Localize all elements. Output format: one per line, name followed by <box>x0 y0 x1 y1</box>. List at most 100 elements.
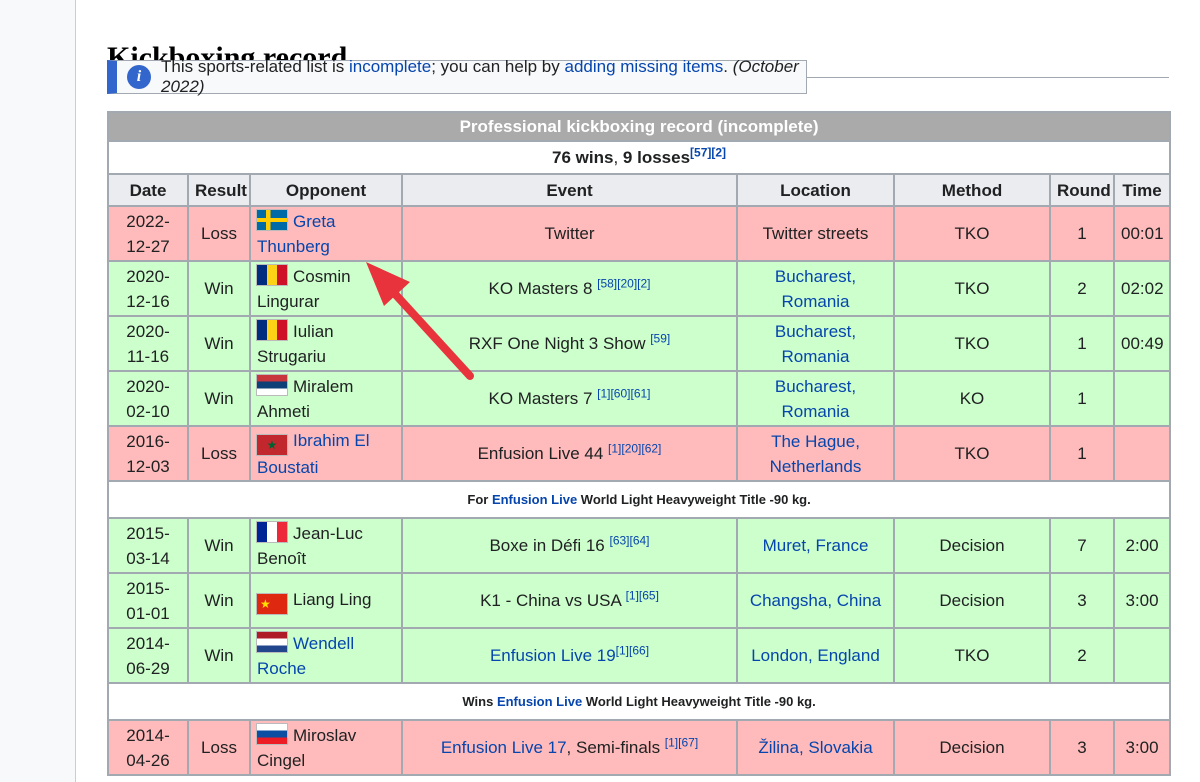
flag-romania-icon <box>257 319 287 340</box>
result-cell: Loss <box>187 719 251 776</box>
result-cell: Loss <box>187 425 251 482</box>
opponent-cell: Miralem Ahmeti <box>249 370 403 427</box>
event-name[interactable]: Enfusion Live 19 <box>490 646 616 665</box>
opponent-name: Liang Ling <box>293 590 372 609</box>
date-cell: 2022-12-27 <box>107 205 189 262</box>
method-cell: TKO <box>893 260 1051 317</box>
enfusion-live-link[interactable]: Enfusion Live <box>492 492 577 507</box>
table-row: 2022-12-27 Loss Greta Thunberg Twitter Twitt… <box>107 205 1172 262</box>
opponent-cell: Greta Thunberg <box>249 205 403 262</box>
incomplete-list-notice: i This sports-related list is incomplete… <box>107 57 807 97</box>
location-name[interactable]: Žilina, Slovakia <box>758 738 872 757</box>
reference-links[interactable]: [1][60][61] <box>597 386 650 400</box>
title-note-post: World Light Heavyweight Title -90 kg. <box>582 694 816 709</box>
location-name[interactable]: Bucharest, Romania <box>775 322 856 366</box>
notice-text-before: This sports-related list is <box>161 57 349 76</box>
opponent-cell: ★ Liang Ling <box>249 572 403 629</box>
time-cell <box>1112 425 1172 482</box>
reference-links[interactable]: [1][66] <box>616 643 649 657</box>
enfusion-live-link[interactable]: Enfusion Live <box>497 694 582 709</box>
table-row: 2020-02-10 Win Miralem Ahmeti KO Masters 7 … <box>107 370 1172 427</box>
flag-serbia-icon <box>257 374 287 395</box>
reference-links[interactable]: [59] <box>650 331 670 345</box>
summary-refs[interactable]: [57][2] <box>690 145 726 159</box>
flag-france-icon <box>257 521 287 542</box>
flag-slovakia-icon <box>257 723 287 744</box>
location-name[interactable]: The Hague, Netherlands <box>770 432 862 476</box>
reference-links[interactable]: [1][65] <box>626 588 659 602</box>
notice-text-middle: ; you can help by <box>431 57 565 76</box>
table-row: 2016-12-03 Loss ★ Ibrahim El Boustati Enfusi… <box>107 425 1172 482</box>
event-name: Boxe in Défi 16 <box>489 536 610 555</box>
opponent-cell: Miroslav Cingel <box>249 719 403 776</box>
location-cell: The Hague, Netherlands <box>736 425 895 482</box>
opponent-cell: Cosmin Lingurar <box>249 260 403 317</box>
event-name: Enfusion Live 44 <box>477 444 609 463</box>
title-note-row: For Enfusion Live World Light Heavyweigh… <box>106 480 1172 519</box>
date-cell: 2014-06-29 <box>107 627 189 684</box>
location-cell: Žilina, Slovakia <box>736 719 895 776</box>
location-name[interactable]: Bucharest, Romania <box>775 267 856 311</box>
event-cell: Boxe in Défi 16 [63][64] <box>401 517 738 574</box>
table-caption: Professional kickboxing record (incomple… <box>106 111 1172 142</box>
event-name: RXF One Night 3 Show <box>468 334 651 353</box>
opponent-cell: Iulian Strugariu <box>249 315 403 372</box>
date-cell: 2015-01-01 <box>107 572 189 629</box>
round-cell: 1 <box>1049 370 1115 427</box>
event-name: K1 - China vs USA <box>480 591 626 610</box>
date-cell: 2015-03-14 <box>107 517 189 574</box>
method-cell: TKO <box>893 425 1051 482</box>
adding-missing-items-link[interactable]: adding missing items <box>564 57 723 76</box>
wins-count: 76 wins <box>552 148 614 167</box>
event-extra: , Semi-finals <box>566 738 665 757</box>
location-name[interactable]: Bucharest, Romania <box>775 377 856 421</box>
kickboxing-record-table: Professional kickboxing record (incomple… <box>106 111 1172 776</box>
table-row: 2014-06-29 Win Wendell Roche Enfusion Live … <box>107 627 1172 684</box>
flag-netherlands-icon <box>257 631 287 652</box>
location-name[interactable]: Muret, France <box>763 536 869 555</box>
opponent-cell: ★ Ibrahim El Boustati <box>249 425 403 482</box>
method-cell: KO <box>893 370 1051 427</box>
round-cell: 7 <box>1049 517 1115 574</box>
title-note: For Enfusion Live World Light Heavyweigh… <box>106 480 1172 519</box>
date-cell: 2016-12-03 <box>107 425 189 482</box>
table-row: 2015-01-01 Win ★ Liang Ling K1 - China vs US… <box>107 572 1172 629</box>
result-cell: Win <box>187 572 251 629</box>
round-cell: 1 <box>1049 425 1115 482</box>
event-cell: KO Masters 8 [58][20][2] <box>401 260 738 317</box>
location-name[interactable]: London, England <box>751 646 880 665</box>
title-note-pre: Wins <box>462 694 497 709</box>
location-cell: Bucharest, Romania <box>736 260 895 317</box>
column-header: Event <box>401 173 738 207</box>
reference-links[interactable]: [1][67] <box>665 735 698 749</box>
location-name[interactable]: Changsha, China <box>750 591 881 610</box>
incomplete-link[interactable]: incomplete <box>349 57 431 76</box>
column-header: Opponent <box>249 173 403 207</box>
reference-links[interactable]: [1][20][62] <box>608 441 661 455</box>
location-cell: Bucharest, Romania <box>736 370 895 427</box>
event-cell: Enfusion Live 17, Semi-finals [1][67] <box>401 719 738 776</box>
event-cell: Enfusion Live 44 [1][20][62] <box>401 425 738 482</box>
column-header: Date <box>107 173 189 207</box>
time-cell <box>1112 627 1172 684</box>
info-icon: i <box>127 65 151 89</box>
method-cell: TKO <box>893 315 1051 372</box>
result-cell: Win <box>187 315 251 372</box>
location-cell: Changsha, China <box>736 572 895 629</box>
time-cell: 3:00 <box>1112 719 1172 776</box>
location-cell: Twitter streets <box>736 205 895 262</box>
title-note: Wins Enfusion Live World Light Heavyweig… <box>106 682 1172 721</box>
round-cell: 1 <box>1049 205 1115 262</box>
notice-text: This sports-related list is incomplete; … <box>161 57 806 97</box>
reference-links[interactable]: [58][20][2] <box>597 276 650 290</box>
result-cell: Win <box>187 517 251 574</box>
flag-sweden-icon <box>257 209 287 230</box>
table-row: 2020-12-16 Win Cosmin Lingurar KO Masters 8… <box>107 260 1172 317</box>
column-header: Round <box>1049 173 1115 207</box>
round-cell: 3 <box>1049 719 1115 776</box>
location-cell: London, England <box>736 627 895 684</box>
table-row: 2014-04-26 Loss Miroslav Cingel Enfusion Li… <box>107 719 1172 776</box>
reference-links[interactable]: [63][64] <box>609 533 649 547</box>
event-name[interactable]: Enfusion Live 17 <box>441 738 567 757</box>
result-cell: Win <box>187 627 251 684</box>
